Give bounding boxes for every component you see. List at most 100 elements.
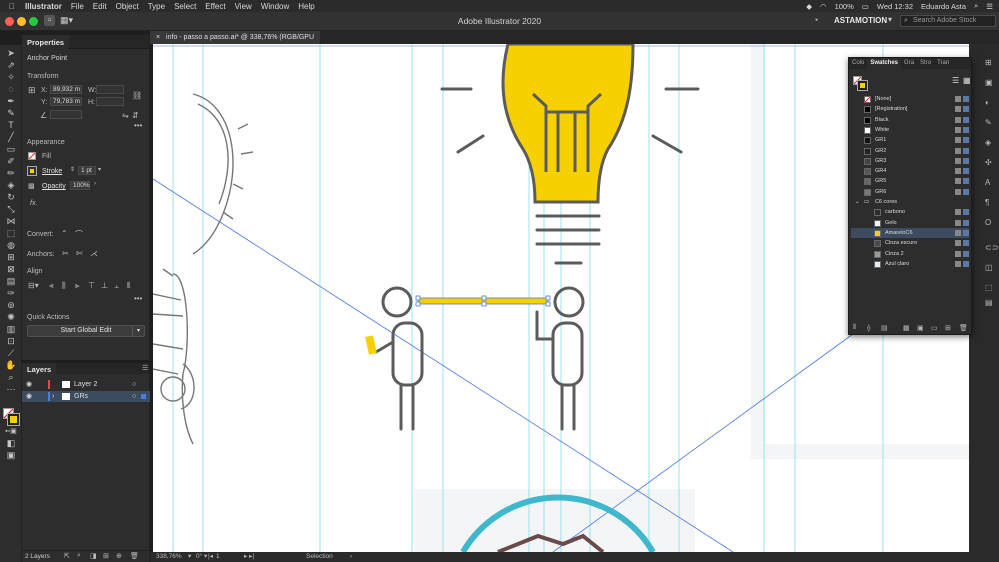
layer-name[interactable]: GRs [74, 391, 88, 402]
tab-gradient[interactable]: Gra [901, 58, 917, 69]
lightbulb-icon[interactable]: ◔ [813, 15, 818, 25]
close-window-button[interactable] [5, 17, 14, 26]
properties-icon[interactable]: ⊞ [985, 58, 992, 67]
clipping-mask-icon[interactable]: ◨ [90, 552, 97, 560]
export-icon[interactable]: ⇱ [64, 552, 70, 560]
cc-libraries-icon[interactable]: ⟠ [867, 324, 870, 332]
swatch-row[interactable]: White [851, 125, 969, 135]
flip-vertical-icon[interactable]: ⇵ [132, 111, 139, 120]
chevron-right-icon[interactable]: › [94, 181, 96, 187]
slice-tool-icon[interactable]: ⟋ [5, 348, 17, 358]
screen-mode-icon[interactable]: ▣ [5, 450, 17, 460]
flip-horizontal-icon[interactable]: ⇋ [122, 111, 129, 120]
symbols-icon[interactable]: ✣ [985, 158, 992, 167]
magic-wand-tool-icon[interactable]: ✧ [5, 72, 17, 82]
reference-point-icon[interactable]: ⊞ [28, 85, 36, 96]
chevron-right-icon[interactable]: › [350, 552, 352, 562]
transform-icon[interactable]: ⬚ [985, 283, 993, 292]
align-bottom-icon[interactable]: ⫠ [114, 281, 119, 291]
links-icon[interactable]: ⊂⊃ [985, 243, 998, 252]
list-view-icon[interactable]: ☰ [952, 76, 959, 85]
swatch-group-row[interactable]: ⌄ ▭ C6 cores [851, 197, 969, 207]
align-right-icon[interactable]: ⫸ [75, 281, 80, 291]
convert-corner-icon[interactable]: ⌃ [61, 229, 68, 238]
mesh-tool-icon[interactable]: ⊠ [5, 264, 17, 274]
type-tool-icon[interactable]: T [5, 120, 17, 130]
visibility-eye-icon[interactable]: ◉ [26, 379, 32, 390]
stroke-stepper-icon[interactable]: ⇕ [70, 166, 75, 173]
stroke-swatch[interactable] [7, 413, 20, 426]
perspective-grid-tool-icon[interactable]: ⊞ [5, 252, 17, 262]
menu-file[interactable]: File [71, 2, 84, 11]
menu-help[interactable]: Help [298, 2, 314, 11]
menu-type[interactable]: Type [148, 2, 165, 11]
opacity-label[interactable]: Opacity [42, 183, 66, 190]
paintbrush-tool-icon[interactable]: ✐ [5, 156, 17, 166]
battery-icon[interactable]: ▭ [862, 2, 869, 11]
new-color-group-icon[interactable]: ▣ [917, 324, 924, 332]
pathfinder-icon[interactable]: ◫ [985, 263, 993, 272]
free-transform-tool-icon[interactable]: ⬚ [5, 228, 17, 238]
curvature-tool-icon[interactable]: ✎ [5, 108, 17, 118]
opentype-icon[interactable]: O [985, 218, 991, 227]
paragraph-icon[interactable]: ¶ [985, 198, 989, 207]
menu-edit[interactable]: Edit [93, 2, 107, 11]
menu-select[interactable]: Select [174, 2, 196, 11]
link-proportions-icon[interactable]: ⛓ [132, 91, 142, 100]
pencil-tool-icon[interactable]: ✏ [5, 168, 17, 178]
menu-effect[interactable]: Effect [205, 2, 225, 11]
chevron-down-icon[interactable]: ▾ [98, 166, 101, 173]
pen-tool-icon[interactable]: ✒ [5, 96, 17, 106]
target-icon[interactable]: ○ [132, 379, 136, 390]
arrange-documents-icon[interactable]: ▦▾ [60, 15, 73, 26]
user-name[interactable]: Eduardo Asta [921, 2, 966, 11]
panel-menu-icon[interactable]: ☰ [142, 364, 148, 372]
document-tab[interactable]: × info - passo a passo.ai* @ 338,76% (RG… [150, 31, 320, 54]
zoom-tool-icon[interactable]: ⌕ [5, 372, 17, 382]
menu-window[interactable]: Window [261, 2, 289, 11]
layers-tab[interactable]: Layers [22, 363, 57, 376]
chevron-down-icon[interactable]: ▾ [888, 15, 892, 24]
align-left-icon[interactable]: ⫷ [49, 281, 54, 291]
zoom-level[interactable]: 338,76% [156, 552, 182, 562]
chevron-down-icon[interactable]: ▾ [188, 552, 191, 562]
next-artboard-icon[interactable]: ▸ ▸| [244, 552, 254, 562]
layer-row[interactable]: ◉ Layer 2 ○ [22, 379, 150, 390]
selection-tool-icon[interactable]: ➤ [5, 48, 17, 58]
color-icon[interactable]: ◐ [985, 98, 990, 107]
convert-smooth-icon[interactable]: ⌒ [75, 229, 83, 240]
minimize-window-button[interactable] [17, 17, 26, 26]
more-align-icon[interactable]: ••• [134, 294, 142, 303]
x-input[interactable]: 89,932 m [50, 85, 82, 94]
swatch-row[interactable]: [Registration] [851, 104, 969, 114]
graphic-styles-icon[interactable]: ◈ [985, 138, 991, 147]
tab-transparency[interactable]: Tran [934, 58, 952, 69]
stroke-color-swatch[interactable] [27, 166, 37, 176]
rectangle-tool-icon[interactable]: ▭ [5, 144, 17, 154]
align-middle-icon[interactable]: ⊥ [101, 281, 108, 290]
grid-view-icon[interactable]: ▦ [963, 76, 971, 85]
w-input[interactable] [96, 85, 124, 94]
rotate-tool-icon[interactable]: ↻ [5, 192, 17, 202]
fx-button[interactable]: fx. [30, 200, 37, 207]
rotate-input[interactable] [50, 110, 82, 119]
distribute-icon[interactable]: ⫴ [127, 281, 130, 291]
folder-icon[interactable]: ▭ [931, 324, 938, 332]
direct-selection-tool-icon[interactable]: ⇗ [5, 60, 17, 70]
swatch-row[interactable]: GR6 [851, 187, 969, 197]
show-kinds-icon[interactable]: ▤ [881, 324, 888, 332]
workspace-switcher[interactable]: ASTAMOTION [834, 16, 887, 25]
width-tool-icon[interactable]: ⋈ [5, 216, 17, 226]
close-tab-icon[interactable]: × [156, 34, 160, 41]
spotlight-icon[interactable]: ⌕ [974, 1, 978, 11]
swatch-row[interactable]: Cinza escuro [851, 238, 969, 248]
align-center-icon[interactable]: ⫼ [62, 281, 66, 291]
symbol-sprayer-tool-icon[interactable]: ✺ [5, 312, 17, 322]
stock-search-input[interactable]: ⌕ Search Adobe Stock [900, 15, 996, 27]
eyedropper-tool-icon[interactable]: ✑ [5, 288, 17, 298]
libraries-icon[interactable]: ▣ [985, 78, 993, 87]
home-icon[interactable]: ⌂ [44, 15, 55, 26]
remove-anchor-icon[interactable]: ✂ [62, 249, 69, 258]
more-tools-icon[interactable]: ⋯ [5, 384, 17, 394]
swatch-row[interactable]: [None] [851, 94, 969, 104]
